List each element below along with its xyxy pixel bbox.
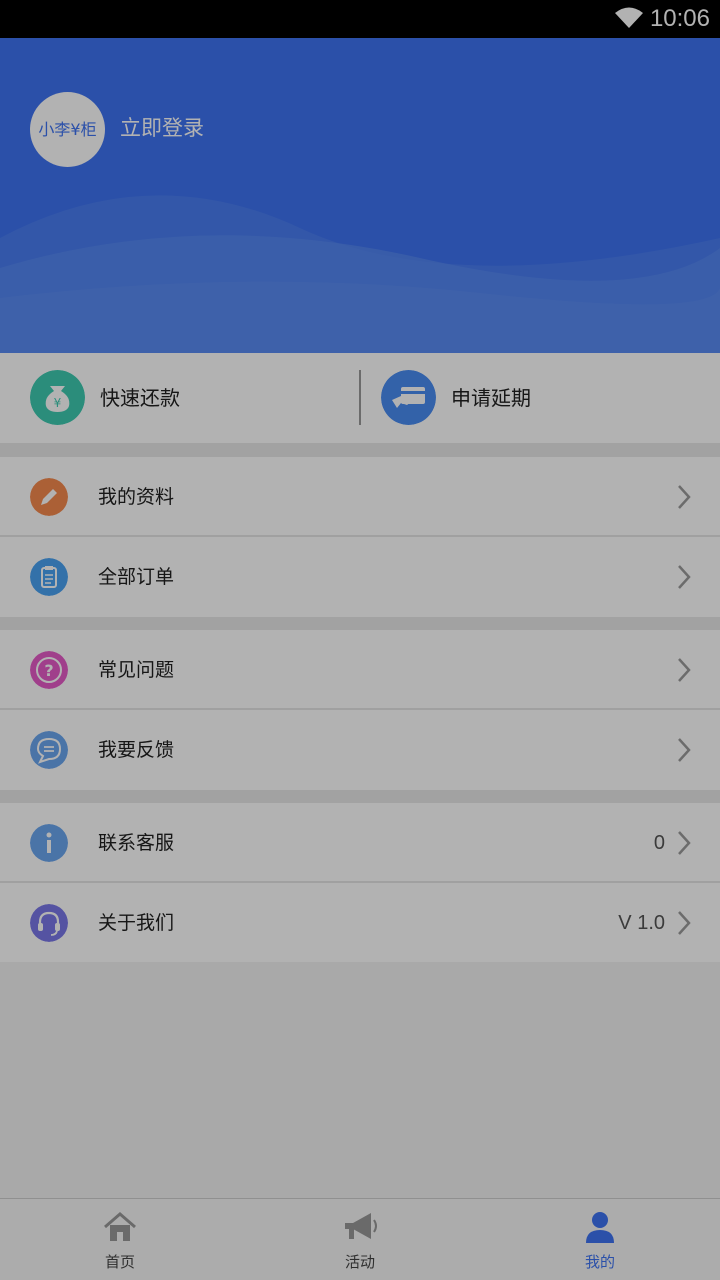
status-bar: 10:06 — [0, 0, 720, 38]
svg-text:?: ? — [44, 661, 53, 680]
menu-item-faq[interactable]: ? 常见问题 — [0, 630, 720, 710]
login-link[interactable]: 立即登录 — [120, 112, 204, 144]
bottom-tab-bar: 首页 活动 我的 — [0, 1198, 720, 1280]
section-gap — [0, 617, 720, 630]
pencil-icon — [30, 478, 68, 516]
profile-header: 小李¥柜 立即登录 — [0, 38, 720, 353]
menu-label: 联系客服 — [98, 832, 175, 854]
status-time: 10:06 — [649, 5, 710, 32]
menu-item-feedback[interactable]: 我要反馈 — [0, 710, 720, 790]
tab-label: 首页 — [104, 1253, 135, 1271]
contact-value: 0 — [653, 832, 665, 854]
chevron-right-icon — [678, 911, 691, 935]
tab-home[interactable]: 首页 — [0, 1199, 240, 1280]
tab-mine[interactable]: 我的 — [480, 1199, 720, 1280]
chevron-right-icon — [678, 485, 691, 509]
money-bag-icon: ¥ — [30, 370, 85, 425]
chevron-right-icon — [678, 831, 691, 855]
menu-label: 常见问题 — [98, 659, 175, 681]
tab-activity[interactable]: 活动 — [240, 1199, 480, 1280]
svg-text:¥: ¥ — [54, 396, 62, 410]
megaphone-icon — [345, 1213, 377, 1239]
avatar[interactable]: 小李¥柜 — [30, 92, 105, 167]
question-icon: ? — [30, 651, 68, 689]
menu-label: 我的资料 — [98, 486, 175, 508]
headset-icon — [30, 904, 68, 942]
quick-repay-button[interactable]: ¥ 快速还款 — [30, 353, 330, 443]
menu-item-orders[interactable]: 全部订单 — [0, 537, 720, 617]
wave-background — [0, 195, 720, 353]
quick-repay-label: 快速还款 — [100, 386, 180, 410]
apply-extension-button[interactable]: 申请延期 — [381, 353, 681, 443]
home-icon — [104, 1212, 136, 1241]
quick-actions: ¥ 快速还款 申请延期 — [0, 353, 720, 443]
section-gap — [0, 443, 720, 457]
clipboard-icon — [30, 558, 68, 596]
menu-item-about[interactable]: 关于我们 V 1.0 — [0, 883, 720, 963]
chevron-right-icon — [678, 738, 691, 762]
tab-label: 活动 — [344, 1253, 375, 1271]
menu-label: 全部订单 — [98, 566, 175, 588]
apply-extension-label: 申请延期 — [451, 386, 531, 410]
chat-icon — [30, 731, 68, 769]
version-value: V 1.0 — [618, 912, 665, 934]
user-icon — [586, 1212, 614, 1243]
card-hand-icon — [381, 370, 436, 425]
info-icon — [30, 824, 68, 862]
menu-item-contact[interactable]: 联系客服 0 — [0, 803, 720, 883]
empty-area — [0, 962, 720, 1198]
chevron-right-icon — [678, 565, 691, 589]
menu-item-profile[interactable]: 我的资料 — [0, 457, 720, 537]
menu-label: 我要反馈 — [98, 739, 175, 761]
quick-divider — [359, 370, 361, 425]
tab-label: 我的 — [584, 1253, 615, 1271]
wifi-icon — [615, 7, 643, 28]
menu-label: 关于我们 — [98, 912, 175, 934]
chevron-right-icon — [678, 658, 691, 682]
section-gap — [0, 790, 720, 803]
